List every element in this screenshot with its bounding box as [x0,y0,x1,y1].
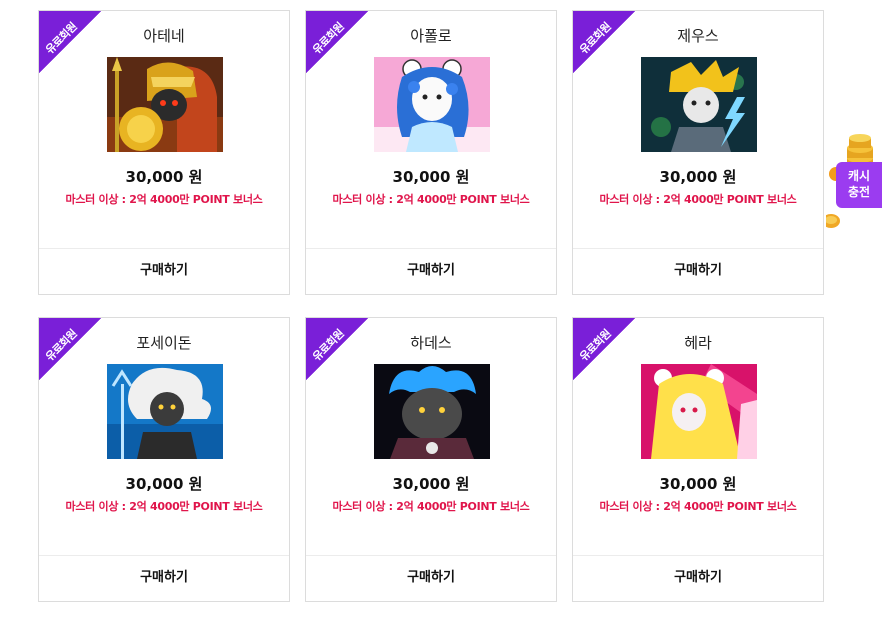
cash-charge-label[interactable]: 캐시 충전 [836,162,882,208]
buy-button[interactable]: 구매하기 [573,248,823,294]
product-name: 헤라 [684,334,712,352]
product-card-hera: 유료회원 헤라 30,000 원 마스터 이상 : 2억 4000만 POINT… [572,317,824,602]
buy-button[interactable]: 구매하기 [306,555,556,601]
product-price: 30,000 원 [659,168,737,186]
bonus-text: 마스터 이상 : 2억 4000만 POINT 보너스 [332,500,530,513]
product-price: 30,000 원 [659,475,737,493]
product-card-hades: 유료회원 하데스 30,000 원 마스터 이상 : 2억 4000만 POIN… [305,317,557,602]
buy-button[interactable]: 구매하기 [573,555,823,601]
buy-button[interactable]: 구매하기 [39,248,289,294]
product-price: 30,000 원 [392,168,470,186]
product-card-athena: 유료회원 아테네 30,000 원 마스터 이상 : 2억 4000만 POIN… [38,10,290,295]
product-name: 아테네 [143,27,185,45]
product-price: 30,000 원 [392,475,470,493]
bonus-text: 마스터 이상 : 2억 4000만 POINT 보너스 [65,500,263,513]
cash-charge-button[interactable]: 캐시 충전 [826,128,882,233]
buy-button[interactable]: 구매하기 [39,555,289,601]
bonus-text: 마스터 이상 : 2억 4000만 POINT 보너스 [65,193,263,206]
apollo-avatar-image [374,57,490,152]
product-name: 포세이돈 [136,334,192,352]
product-name: 아폴로 [410,27,452,45]
hades-avatar-image [374,364,490,459]
athena-avatar-image [107,57,223,152]
zeus-avatar-image [641,57,757,152]
bonus-text: 마스터 이상 : 2억 4000만 POINT 보너스 [332,193,530,206]
poseidon-avatar-image [107,364,223,459]
product-price: 30,000 원 [125,475,203,493]
product-card-apollo: 유료회원 아폴로 30,000 원 마스터 이상 : 2억 4000만 POIN… [305,10,557,295]
bonus-text: 마스터 이상 : 2억 4000만 POINT 보너스 [599,193,797,206]
hera-avatar-image [641,364,757,459]
product-card-poseidon: 유료회원 포세이돈 30,000 원 마스터 이상 : 2억 4000만 POI… [38,317,290,602]
product-name: 하데스 [410,334,452,352]
buy-button[interactable]: 구매하기 [306,248,556,294]
product-name: 제우스 [677,27,719,45]
product-price: 30,000 원 [125,168,203,186]
product-card-zeus: 유료회원 제우스 30,000 원 마스터 이상 : 2억 4000만 POIN… [572,10,824,295]
bonus-text: 마스터 이상 : 2억 4000만 POINT 보너스 [599,500,797,513]
